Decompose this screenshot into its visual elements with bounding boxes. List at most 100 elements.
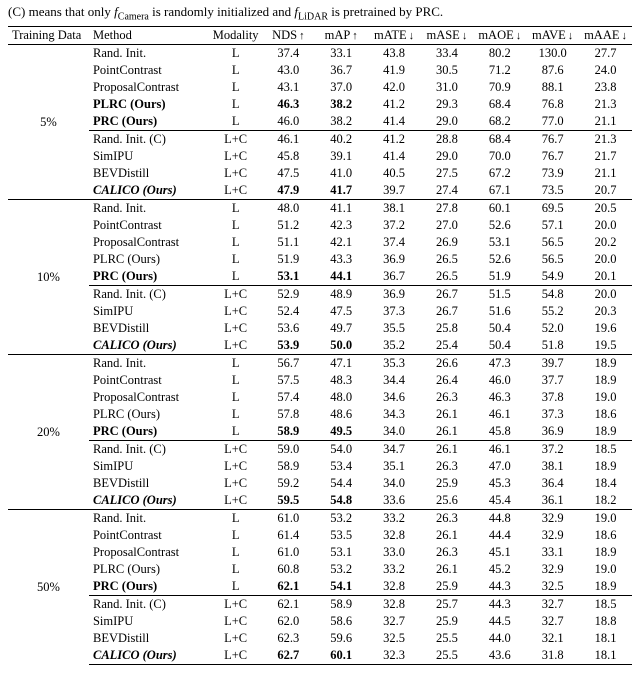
value-cell: 43.6 [473, 647, 526, 665]
value-cell: 36.7 [368, 268, 421, 286]
method-cell: ProposalContrast [89, 79, 209, 96]
value-cell: 27.5 [420, 165, 473, 182]
value-cell: 30.5 [420, 62, 473, 79]
value-cell: 26.3 [420, 389, 473, 406]
value-cell: 54.8 [526, 286, 579, 304]
value-cell: 25.9 [420, 578, 473, 596]
modality-cell: L+C [209, 630, 262, 647]
value-cell: 19.5 [579, 337, 632, 355]
value-cell: 41.0 [315, 165, 368, 182]
value-cell: 60.8 [262, 561, 315, 578]
value-cell: 54.9 [526, 268, 579, 286]
value-cell: 18.9 [579, 544, 632, 561]
value-cell: 37.2 [368, 217, 421, 234]
value-cell: 26.5 [420, 251, 473, 268]
flidar-sub: LiDAR [298, 12, 328, 23]
modality-cell: L [209, 406, 262, 423]
table-row: SimIPUL+C52.447.537.326.751.655.220.3 [8, 303, 632, 320]
col-mase: mASE↓ [420, 27, 473, 45]
value-cell: 43.3 [315, 251, 368, 268]
table-row: BEVDistillL+C62.359.632.525.544.032.118.… [8, 630, 632, 647]
value-cell: 46.3 [473, 389, 526, 406]
value-cell: 45.1 [473, 544, 526, 561]
value-cell: 40.5 [368, 165, 421, 182]
value-cell: 32.9 [526, 510, 579, 528]
value-cell: 32.7 [526, 613, 579, 630]
value-cell: 50.4 [473, 320, 526, 337]
modality-cell: L+C [209, 647, 262, 665]
value-cell: 62.3 [262, 630, 315, 647]
value-cell: 37.4 [368, 234, 421, 251]
table-row: PRC (Ours)L58.949.534.026.145.836.918.9 [8, 423, 632, 441]
value-cell: 44.3 [473, 596, 526, 614]
value-cell: 32.5 [368, 630, 421, 647]
value-cell: 51.8 [526, 337, 579, 355]
value-cell: 67.2 [473, 165, 526, 182]
value-cell: 47.5 [262, 165, 315, 182]
value-cell: 45.2 [473, 561, 526, 578]
value-cell: 20.1 [579, 268, 632, 286]
value-cell: 18.9 [579, 372, 632, 389]
value-cell: 43.8 [368, 45, 421, 63]
arrow-up-icon: ↑ [350, 30, 358, 42]
value-cell: 62.0 [262, 613, 315, 630]
value-cell: 29.0 [420, 113, 473, 131]
value-cell: 39.7 [526, 355, 579, 373]
value-cell: 46.0 [473, 372, 526, 389]
value-cell: 44.5 [473, 613, 526, 630]
value-cell: 41.2 [368, 96, 421, 113]
value-cell: 54.0 [315, 441, 368, 459]
value-cell: 33.1 [526, 544, 579, 561]
table-row: BEVDistillL+C59.254.434.025.945.336.418.… [8, 475, 632, 492]
value-cell: 42.3 [315, 217, 368, 234]
value-cell: 38.2 [315, 113, 368, 131]
value-cell: 47.3 [473, 355, 526, 373]
col-training-data: Training Data [8, 27, 89, 45]
value-cell: 48.6 [315, 406, 368, 423]
value-cell: 18.9 [579, 458, 632, 475]
value-cell: 31.8 [526, 647, 579, 665]
value-cell: 26.1 [420, 441, 473, 459]
value-cell: 51.9 [262, 251, 315, 268]
table-row: Rand. Init. (C)L+C46.140.241.228.868.476… [8, 131, 632, 149]
value-cell: 68.4 [473, 96, 526, 113]
value-cell: 44.0 [473, 630, 526, 647]
method-cell: BEVDistill [89, 320, 209, 337]
value-cell: 47.1 [315, 355, 368, 373]
method-cell: PLRC (Ours) [89, 96, 209, 113]
method-cell: BEVDistill [89, 630, 209, 647]
modality-cell: L [209, 251, 262, 268]
value-cell: 42.1 [315, 234, 368, 251]
caption-pre: (C) means that only [8, 4, 114, 19]
value-cell: 130.0 [526, 45, 579, 63]
value-cell: 68.2 [473, 113, 526, 131]
value-cell: 47.5 [315, 303, 368, 320]
modality-cell: L+C [209, 148, 262, 165]
value-cell: 36.7 [315, 62, 368, 79]
value-cell: 49.7 [315, 320, 368, 337]
method-cell: SimIPU [89, 148, 209, 165]
modality-cell: L [209, 355, 262, 373]
method-cell: CALICO (Ours) [89, 647, 209, 665]
value-cell: 43.0 [262, 62, 315, 79]
value-cell: 57.1 [526, 217, 579, 234]
value-cell: 55.2 [526, 303, 579, 320]
value-cell: 21.3 [579, 96, 632, 113]
method-cell: PLRC (Ours) [89, 406, 209, 423]
table-row: ProposalContrastL51.142.137.426.953.156.… [8, 234, 632, 251]
value-cell: 46.0 [262, 113, 315, 131]
modality-cell: L [209, 423, 262, 441]
value-cell: 56.7 [262, 355, 315, 373]
method-cell: PointContrast [89, 372, 209, 389]
value-cell: 26.3 [420, 510, 473, 528]
value-cell: 52.9 [262, 286, 315, 304]
value-cell: 58.9 [262, 458, 315, 475]
modality-cell: L [209, 544, 262, 561]
value-cell: 34.7 [368, 441, 421, 459]
value-cell: 41.2 [368, 131, 421, 149]
value-cell: 36.4 [526, 475, 579, 492]
value-cell: 48.0 [262, 200, 315, 218]
value-cell: 80.2 [473, 45, 526, 63]
value-cell: 32.9 [526, 527, 579, 544]
value-cell: 38.2 [315, 96, 368, 113]
